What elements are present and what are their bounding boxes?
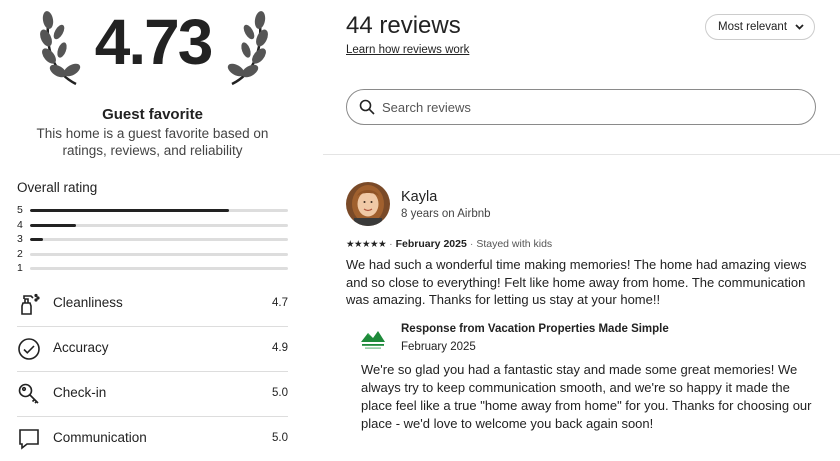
distribution-track — [30, 238, 288, 241]
spray-bottle-icon — [21, 293, 40, 315]
overall-rating-label: Overall rating — [17, 180, 98, 195]
rating-hero: 4.73 — [0, 0, 305, 100]
category-value: 5.0 — [272, 387, 288, 399]
category-communication: Communication 5.0 — [17, 417, 288, 461]
sort-label: Most relevant — [718, 21, 788, 33]
category-cleanliness: Cleanliness 4.7 — [17, 282, 288, 327]
distribution-track — [30, 252, 288, 256]
review-meta: ★★★★★ · February 2025 · Stayed with kids — [346, 238, 552, 250]
guest-favorite-title: Guest favorite — [102, 106, 203, 123]
host-response-date: February 2025 — [401, 341, 476, 353]
reviews-count-title: 44 reviews — [346, 12, 461, 39]
review-text: We had such a wonderful time making memo… — [346, 257, 807, 307]
check-circle-icon — [18, 338, 40, 360]
category-accuracy: Accuracy 4.9 — [17, 327, 288, 372]
review-stars: ★★★★★ — [346, 239, 387, 250]
distribution-bar — [30, 223, 77, 227]
sort-dropdown[interactable]: Most relevant — [705, 14, 815, 40]
separator-dot: · — [389, 238, 393, 250]
learn-reviews-link[interactable]: Learn how reviews work — [346, 44, 469, 56]
laurel-left-icon — [40, 11, 81, 86]
category-label: Communication — [53, 430, 147, 445]
rating-distribution: 5 4 3 2 1 — [17, 203, 289, 276]
distribution-row-1: 1 — [17, 261, 289, 276]
category-label: Check-in — [53, 385, 107, 400]
host-response-title: Response from Vacation Properties Made S… — [401, 323, 669, 335]
overall-rating-value: 4.73 — [94, 6, 214, 78]
distribution-row-3: 3 — [17, 232, 289, 247]
distribution-track — [30, 223, 288, 227]
distribution-star-label: 5 — [17, 204, 23, 216]
avatar[interactable] — [346, 182, 390, 226]
category-ratings: Cleanliness 4.7 Accuracy 4.9 Check-in 5.… — [17, 282, 288, 461]
rating-summary-panel: 4.73 Guest favorite This home is a guest… — [0, 0, 305, 457]
category-checkin: Check-in 5.0 — [17, 372, 288, 417]
review-date: February 2025 — [395, 238, 467, 250]
category-value: 4.9 — [272, 342, 288, 354]
laurel-right-icon — [227, 11, 268, 86]
distribution-star-label: 3 — [17, 233, 23, 245]
distribution-star-label: 4 — [17, 218, 23, 231]
reviewer-name: Kayla — [401, 189, 438, 205]
distribution-star-label: 2 — [17, 247, 23, 260]
category-label: Accuracy — [53, 340, 109, 355]
search-icon — [359, 99, 375, 115]
distribution-bar — [30, 209, 229, 212]
category-value: 5.0 — [272, 432, 288, 444]
section-divider — [323, 154, 840, 155]
search-reviews-input[interactable] — [382, 97, 802, 117]
host-logo — [361, 331, 385, 349]
category-label: Cleanliness — [53, 295, 123, 310]
distribution-track — [30, 267, 288, 270]
message-icon — [19, 429, 39, 450]
reviewer-photo — [346, 182, 390, 226]
guest-favorite-description: This home is a guest favorite based on r… — [36, 126, 269, 158]
chevron-down-icon — [795, 24, 804, 30]
host-response-text: We're so glad you had a fantastic stay a… — [361, 362, 812, 431]
distribution-row-2: 2 — [17, 247, 289, 262]
distribution-track — [30, 209, 288, 212]
category-value: 4.7 — [272, 297, 288, 309]
separator-dot: · — [469, 238, 474, 250]
distribution-row-4: 4 — [17, 218, 289, 233]
reviewer-tenure: 8 years on Airbnb — [401, 208, 491, 220]
distribution-star-label: 1 — [17, 262, 23, 274]
key-icon — [18, 383, 39, 404]
review-stay-type: Stayed with kids — [476, 238, 553, 250]
distribution-bar — [30, 238, 43, 241]
distribution-row-5: 5 — [17, 203, 289, 218]
search-reviews-box[interactable] — [346, 89, 816, 125]
